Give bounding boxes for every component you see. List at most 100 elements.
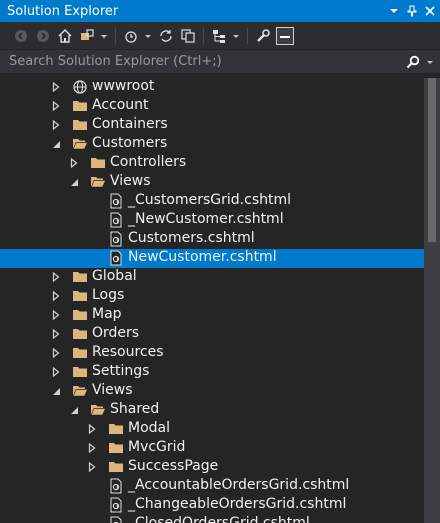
folder-icon xyxy=(108,459,124,475)
vertical-scrollbar[interactable] xyxy=(424,78,440,523)
collapse-all-icon xyxy=(280,35,290,38)
search-options-dropdown[interactable] xyxy=(424,53,436,71)
switch-views-dropdown[interactable] xyxy=(100,27,108,45)
expanded-arrow-icon[interactable] xyxy=(50,138,62,150)
tree-item[interactable]: Resources xyxy=(0,344,424,363)
tree-item-label: _ClosedOrdersGrid.cshtml xyxy=(128,515,310,523)
folder-icon xyxy=(72,326,88,342)
pending-changes-dropdown[interactable] xyxy=(144,27,152,45)
tree-item[interactable]: Global xyxy=(0,268,424,287)
tree-item-label: _AccountableOrdersGrid.cshtml xyxy=(128,477,350,493)
tree-item[interactable]: Modal xyxy=(0,420,424,439)
tree-item[interactable]: Shared xyxy=(0,401,424,420)
tree-item[interactable]: Views xyxy=(0,173,424,192)
collapsed-arrow-icon[interactable] xyxy=(50,119,62,131)
search-bar xyxy=(0,50,440,73)
copy-button[interactable] xyxy=(179,27,197,45)
tree-item[interactable]: Settings xyxy=(0,363,424,382)
folder-icon xyxy=(108,440,124,456)
collapsed-arrow-icon[interactable] xyxy=(50,81,62,93)
collapse-all-button[interactable] xyxy=(276,26,294,45)
properties-button[interactable] xyxy=(254,27,272,45)
collapsed-arrow-icon[interactable] xyxy=(50,290,62,302)
globe-icon xyxy=(72,79,88,95)
folder-icon xyxy=(72,307,88,323)
folder-icon xyxy=(108,421,124,437)
collapsed-arrow-icon[interactable] xyxy=(50,100,62,112)
collapsed-arrow-icon[interactable] xyxy=(50,347,62,359)
home-icon xyxy=(58,28,72,43)
folder-icon xyxy=(72,345,88,361)
folder-icon xyxy=(90,155,106,171)
cshtml-file-icon xyxy=(108,250,124,266)
tree-item[interactable]: Containers xyxy=(0,116,424,135)
collapsed-arrow-icon[interactable] xyxy=(86,461,98,473)
collapsed-arrow-icon[interactable] xyxy=(86,423,98,435)
pin-button[interactable] xyxy=(404,3,420,19)
folder-icon xyxy=(72,364,88,380)
tree-view-dropdown[interactable] xyxy=(232,27,240,45)
tree-item-label: MvcGrid xyxy=(128,439,186,455)
tree-item[interactable]: SuccessPage xyxy=(0,458,424,477)
tree-view-button[interactable] xyxy=(210,27,228,45)
tree-item[interactable]: Customers xyxy=(0,135,424,154)
expanded-arrow-icon[interactable] xyxy=(68,404,80,416)
collapsed-arrow-icon[interactable] xyxy=(86,442,98,454)
collapsed-arrow-icon[interactable] xyxy=(50,271,62,283)
title-bar: Solution Explorer xyxy=(0,0,440,22)
tree-item[interactable]: wwwroot xyxy=(0,78,424,97)
back-button[interactable] xyxy=(12,27,30,45)
tree-item[interactable]: Customers.cshtml xyxy=(0,230,424,249)
forward-button[interactable] xyxy=(34,27,52,45)
tree-item[interactable]: MvcGrid xyxy=(0,439,424,458)
toolbar-separator xyxy=(247,27,248,44)
forward-arrow-icon xyxy=(37,29,49,42)
cshtml-file-icon xyxy=(108,193,124,209)
tree-item-label: Controllers xyxy=(110,154,187,170)
tree-item[interactable]: _ClosedOrdersGrid.cshtml xyxy=(0,515,424,523)
scrollbar-thumb[interactable] xyxy=(428,78,436,242)
tree-item[interactable]: Account xyxy=(0,97,424,116)
expanded-arrow-icon[interactable] xyxy=(50,385,62,397)
close-button[interactable] xyxy=(422,3,438,19)
panel-title: Solution Explorer xyxy=(7,3,119,19)
tree-item-label: wwwroot xyxy=(92,78,155,94)
copy-icon xyxy=(181,28,195,43)
tree-item[interactable]: _NewCustomer.cshtml xyxy=(0,211,424,230)
cshtml-file-icon xyxy=(108,231,124,247)
folder-open-icon xyxy=(90,402,106,418)
switch-views-button[interactable] xyxy=(78,27,96,45)
toolbar-separator xyxy=(203,27,204,44)
collapsed-arrow-icon[interactable] xyxy=(50,366,62,378)
cshtml-file-icon xyxy=(108,516,124,523)
tree-item-label: Views xyxy=(110,173,151,189)
tree-item[interactable]: Views xyxy=(0,382,424,401)
window-dropdown-button[interactable] xyxy=(386,3,402,19)
tree-item[interactable]: NewCustomer.cshtml xyxy=(0,249,424,268)
search-button[interactable] xyxy=(404,53,422,71)
tree-item[interactable]: Orders xyxy=(0,325,424,344)
expanded-arrow-icon[interactable] xyxy=(68,176,80,188)
tree-item-label: Shared xyxy=(110,401,160,417)
chevron-down-icon xyxy=(145,34,151,38)
collapsed-arrow-icon[interactable] xyxy=(50,309,62,321)
collapsed-arrow-icon[interactable] xyxy=(68,157,80,169)
home-button[interactable] xyxy=(56,27,74,45)
folder-open-icon xyxy=(90,174,106,190)
tree-item[interactable]: _ChangeableOrdersGrid.cshtml xyxy=(0,496,424,515)
tree-item[interactable]: _CustomersGrid.cshtml xyxy=(0,192,424,211)
sync-button[interactable] xyxy=(157,27,175,45)
tree-item[interactable]: _AccountableOrdersGrid.cshtml xyxy=(0,477,424,496)
collapsed-arrow-icon[interactable] xyxy=(50,328,62,340)
tree-item[interactable]: Logs xyxy=(0,287,424,306)
search-input[interactable] xyxy=(0,50,404,73)
tree-item-label: Account xyxy=(92,97,149,113)
solution-tree: wwwroot Account Containers Customers Control… xyxy=(0,78,424,523)
tree-item[interactable]: Map xyxy=(0,306,424,325)
pending-changes-filter-button[interactable] xyxy=(122,27,140,45)
history-icon xyxy=(125,30,137,43)
tree-item-label: Orders xyxy=(92,325,140,341)
tree-item[interactable]: Controllers xyxy=(0,154,424,173)
folder-open-icon xyxy=(72,383,88,399)
cshtml-file-icon xyxy=(108,497,124,513)
